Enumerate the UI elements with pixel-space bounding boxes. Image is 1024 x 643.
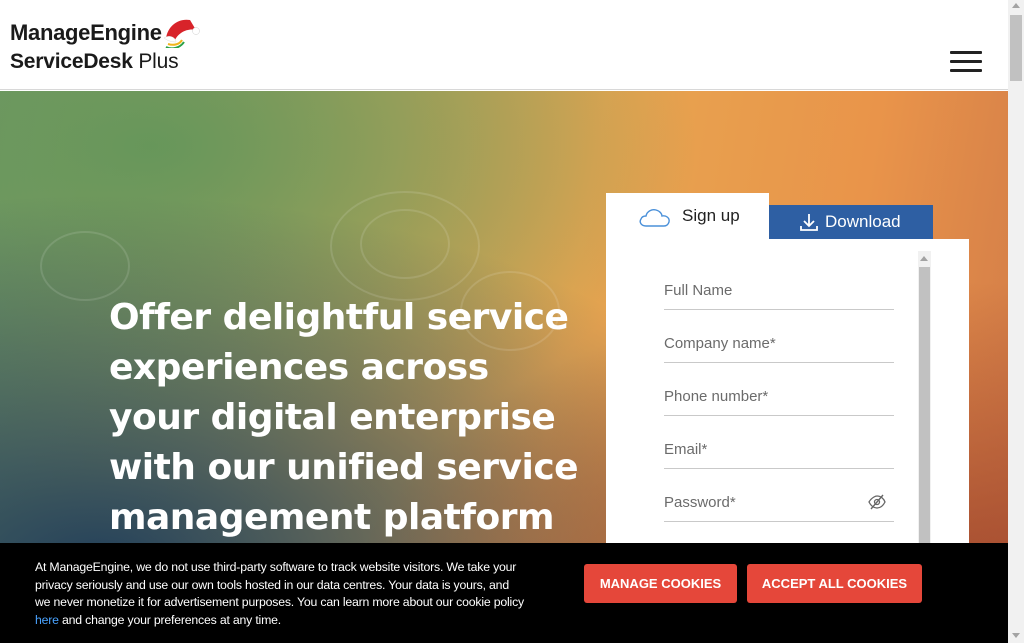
email-input[interactable] [664, 429, 894, 468]
full-name-input[interactable] [664, 270, 894, 309]
manage-cookies-button[interactable]: MANAGE COOKIES [584, 564, 737, 603]
logo-brand-name: ManageEngine [10, 20, 162, 45]
company-field-wrap [664, 323, 894, 363]
cookie-policy-link[interactable]: here [35, 613, 59, 627]
password-input[interactable] [664, 482, 894, 521]
hero-headline: Offer delightful service experiences acr… [109, 297, 579, 538]
accept-all-cookies-button[interactable]: ACCEPT ALL COOKIES [747, 564, 922, 603]
form-scroll-up-arrow-icon[interactable] [920, 256, 928, 261]
scroll-down-arrow-icon[interactable] [1012, 633, 1020, 638]
eye-slash-icon[interactable] [868, 494, 886, 510]
santa-hat-icon [163, 19, 200, 48]
download-icon [800, 214, 818, 231]
tab-download-label: Download [825, 212, 901, 231]
tab-download[interactable]: Download [769, 205, 933, 239]
hamburger-menu-icon[interactable] [950, 51, 982, 73]
tab-signup[interactable]: Sign up [606, 193, 769, 240]
email-field-wrap [664, 429, 894, 469]
password-field-wrap [664, 482, 894, 522]
form-scrollbar-thumb[interactable] [919, 267, 930, 551]
signup-form [606, 239, 969, 559]
scroll-up-arrow-icon[interactable] [1012, 3, 1020, 8]
cookie-banner: At ManageEngine, we do not use third-par… [0, 543, 1008, 643]
cloud-icon [639, 208, 670, 227]
page-scrollbar[interactable] [1008, 0, 1024, 643]
form-scrollbar[interactable] [918, 251, 931, 551]
site-header: ManageEngine ServiceDesk Plus [0, 0, 1008, 90]
tab-signup-label: Sign up [682, 205, 740, 225]
phone-number-input[interactable] [664, 376, 894, 415]
scrollbar-thumb[interactable] [1010, 15, 1022, 81]
full-name-field-wrap [664, 270, 894, 310]
company-name-input[interactable] [664, 323, 894, 362]
decorative-ring [360, 209, 450, 279]
phone-field-wrap [664, 376, 894, 416]
cookie-notice-text: At ManageEngine, we do not use third-par… [35, 560, 524, 627]
decorative-ring [40, 231, 130, 301]
logo-product-name: ServiceDesk Plus [10, 50, 179, 73]
manageengine-logo[interactable]: ManageEngine ServiceDesk Plus [10, 10, 200, 74]
